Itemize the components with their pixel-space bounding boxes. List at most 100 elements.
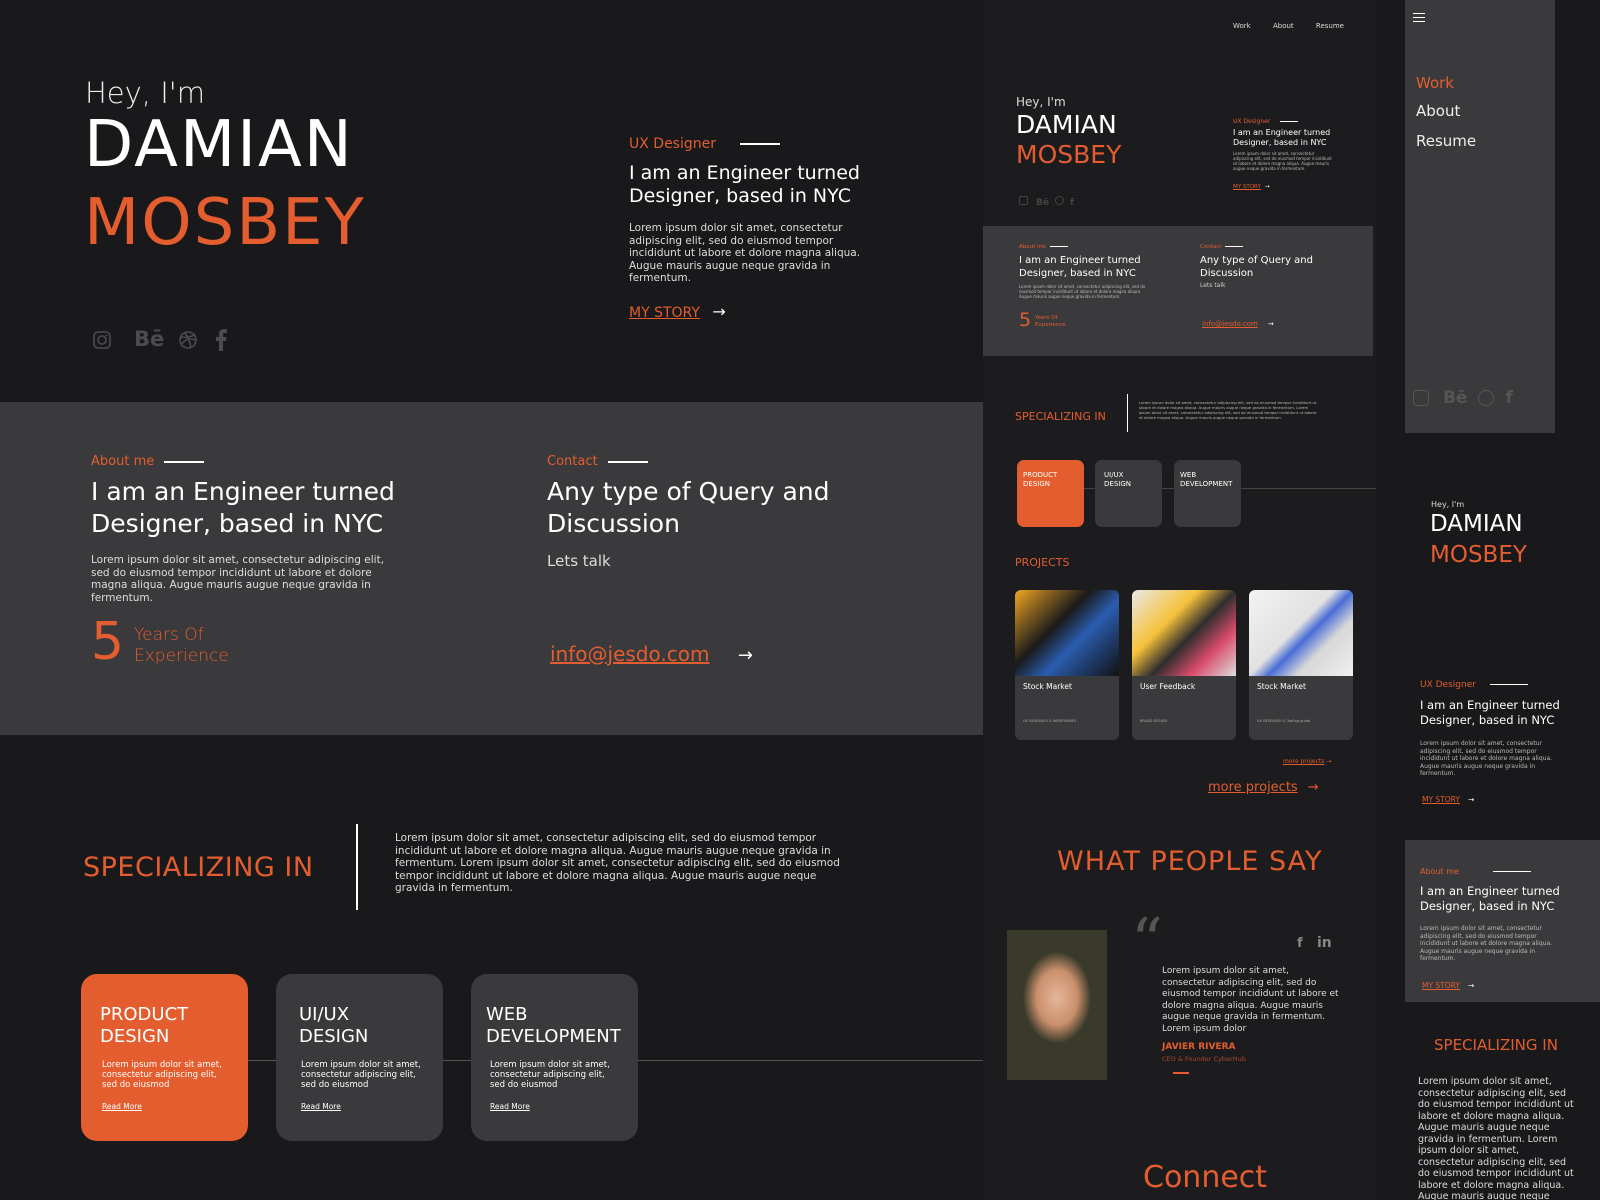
behance-icon[interactable]: Bē bbox=[1036, 198, 1049, 208]
specializing-divider bbox=[356, 824, 358, 910]
arrow-right-icon: → bbox=[1264, 184, 1270, 190]
mobile-view: Work About Resume Bē f Hey, I'm DAMIAN MO… bbox=[1376, 0, 1600, 1200]
facebook-icon[interactable] bbox=[214, 329, 228, 351]
service-card-uiux-design[interactable]: UI/UX DESIGN Lorem ipsum dolor sit amet,… bbox=[276, 974, 443, 1141]
project-card-1[interactable]: Stock Market UX RESEARCH & WIREFRAMES bbox=[1015, 590, 1119, 740]
tablet-about-heading: I am an Engineer turned Designer, based … bbox=[1019, 254, 1141, 280]
tablet-card-l1: PRODUCT bbox=[1023, 471, 1058, 479]
years-line1: Years Of bbox=[134, 625, 204, 645]
specializing-body: Lorem ipsum dolor sit amet, consectetur … bbox=[395, 832, 840, 894]
contact-heading: Any type of Query and Discussion bbox=[547, 476, 829, 540]
testimonial-facebook-icon[interactable]: f bbox=[1297, 936, 1303, 951]
mobile-about-label: About me bbox=[1420, 867, 1531, 876]
about-heading-line1: I am an Engineer turned bbox=[91, 477, 395, 506]
tablet-story-link[interactable]: MY STORY → bbox=[1233, 184, 1269, 190]
contact-email-link[interactable]: info@jesdo.com → bbox=[550, 642, 753, 666]
mobile-story-link[interactable]: MY STORY → bbox=[1422, 795, 1474, 804]
mobile-social: Bē f bbox=[1413, 388, 1513, 408]
mobile-menu-about[interactable]: About bbox=[1416, 102, 1460, 120]
read-more-link[interactable]: Read More bbox=[102, 1102, 142, 1111]
project-card-2[interactable]: User Feedback BRAND DESIGN bbox=[1132, 590, 1236, 740]
behance-icon[interactable]: Bē bbox=[134, 327, 164, 351]
project-thumbnail bbox=[1249, 590, 1353, 676]
facebook-icon[interactable]: f bbox=[1506, 388, 1513, 408]
mobile-about-h1: I am an Engineer turned bbox=[1420, 884, 1560, 898]
behance-icon[interactable]: Bē bbox=[1443, 388, 1468, 408]
mobile-menu-panel: Work About Resume Bē f bbox=[1405, 0, 1555, 433]
tablet-greeting: Hey, I'm bbox=[1016, 95, 1066, 109]
tablet-years-line2: Experience bbox=[1035, 322, 1066, 328]
read-more-link[interactable]: Read More bbox=[490, 1102, 530, 1111]
instagram-icon[interactable] bbox=[1019, 196, 1028, 205]
desktop-view: Hey, I'm DAMIAN MOSBEY Bē UX Designer I … bbox=[0, 0, 983, 1200]
tablet-view: Work About Resume Hey, I'm DAMIAN MOSBEY… bbox=[983, 0, 1376, 1200]
facebook-icon[interactable]: f bbox=[1070, 198, 1074, 208]
nav-about[interactable]: About bbox=[1273, 22, 1294, 30]
tablet-card-web[interactable]: WEB DEVELOPMENT bbox=[1174, 460, 1241, 527]
about-label: About me bbox=[91, 454, 205, 469]
service-card-product-design[interactable]: PRODUCT DESIGN Lorem ipsum dolor sit ame… bbox=[81, 974, 248, 1141]
arrow-right-icon: → bbox=[1468, 795, 1475, 804]
mobile-story-label: MY STORY bbox=[1422, 795, 1460, 804]
mobile-role: UX Designer bbox=[1420, 680, 1528, 690]
more-projects-label: more projects bbox=[1208, 780, 1298, 795]
tablet-card-uiux[interactable]: UI/UX DESIGN bbox=[1095, 460, 1162, 527]
more-projects-small-link[interactable]: more projects → bbox=[1283, 758, 1331, 765]
dribbble-icon[interactable] bbox=[1054, 196, 1064, 205]
card-title-line1: WEB bbox=[486, 1004, 528, 1025]
arrow-right-icon: → bbox=[712, 302, 726, 321]
about-heading-line2: Designer, based in NYC bbox=[91, 509, 384, 538]
testimonial-quote: Lorem ipsum dolor sit amet, consectetur … bbox=[1162, 966, 1339, 1034]
more-projects-link[interactable]: more projects → bbox=[1208, 780, 1319, 795]
mobile-role-label: UX Designer bbox=[1420, 680, 1476, 690]
nav-resume[interactable]: Resume bbox=[1316, 22, 1344, 30]
hamburger-icon[interactable] bbox=[1413, 13, 1425, 22]
tablet-card-product[interactable]: PRODUCT DESIGN bbox=[1017, 460, 1084, 527]
tablet-tagline-line1: I am an Engineer turned bbox=[1233, 128, 1331, 137]
project-card-3[interactable]: Stock Market UX RESEARCH & Testing guide bbox=[1249, 590, 1353, 740]
tablet-contact-heading: Any type of Query and Discussion bbox=[1200, 254, 1313, 280]
project-name: Stock Market bbox=[1257, 682, 1306, 691]
dribbble-icon[interactable] bbox=[178, 330, 198, 350]
mobile-menu-work[interactable]: Work bbox=[1416, 74, 1454, 92]
contact-heading-line1: Any type of Query and bbox=[547, 477, 830, 506]
tablet-email: info@jesdo.com bbox=[1202, 320, 1258, 328]
my-story-link[interactable]: MY STORY → bbox=[629, 302, 726, 321]
mobile-spec-body: Lorem ipsum dolor sit amet, consectetur … bbox=[1418, 1076, 1574, 1200]
tablet-email-link[interactable]: info@jesdo.com → bbox=[1202, 320, 1274, 328]
testimonial-author-title: CEO & Founder CyberHub bbox=[1162, 1055, 1246, 1063]
linkedin-icon[interactable]: in bbox=[1317, 935, 1332, 951]
projects-title: PROJECTS bbox=[1015, 556, 1070, 569]
tablet-nav: Work About Resume bbox=[1233, 22, 1344, 30]
tablet-card-l1: WEB bbox=[1180, 471, 1197, 479]
mobile-about-label-text: About me bbox=[1420, 867, 1459, 876]
project-thumbnail bbox=[1015, 590, 1119, 676]
dribbble-icon[interactable] bbox=[1477, 390, 1494, 406]
nav-work[interactable]: Work bbox=[1233, 22, 1251, 30]
instagram-icon[interactable] bbox=[1413, 390, 1429, 406]
project-meta: BRAND DESIGN bbox=[1140, 719, 1168, 723]
card-title-line2: DESIGN bbox=[100, 1026, 170, 1047]
hero-greeting: Hey, I'm bbox=[85, 76, 206, 110]
mobile-about-heading: I am an Engineer turned Designer, based … bbox=[1420, 884, 1560, 914]
mobile-about-h2: Designer, based in NYC bbox=[1420, 899, 1555, 913]
mobile-tagline-1: I am an Engineer turned bbox=[1420, 698, 1560, 712]
mobile-menu-resume[interactable]: Resume bbox=[1416, 132, 1476, 150]
hero-first-name: DAMIAN bbox=[84, 108, 354, 182]
tablet-first-name: DAMIAN bbox=[1016, 110, 1117, 139]
card-title-line2: DESIGN bbox=[299, 1026, 369, 1047]
mobile-about-link[interactable]: MY STORY → bbox=[1422, 981, 1474, 990]
card-title-line1: UI/UX bbox=[299, 1004, 350, 1025]
tablet-spec-title: SPECIALIZING IN bbox=[1015, 410, 1106, 423]
hero-body: Lorem ipsum dolor sit amet, consectetur … bbox=[629, 222, 861, 284]
testimonial-pagination[interactable] bbox=[1173, 1072, 1189, 1074]
project-name: User Feedback bbox=[1140, 682, 1196, 691]
tablet-about-panel: About me I am an Engineer turned Designe… bbox=[983, 226, 1373, 356]
card-title-line1: PRODUCT bbox=[100, 1004, 189, 1025]
service-card-web-development[interactable]: WEB DEVELOPMENT Lorem ipsum dolor sit am… bbox=[471, 974, 638, 1141]
read-more-link[interactable]: Read More bbox=[301, 1102, 341, 1111]
contact-label-text: Contact bbox=[547, 454, 598, 469]
instagram-icon[interactable] bbox=[92, 330, 112, 350]
tablet-contact-label-text: Contact bbox=[1200, 244, 1222, 250]
tablet-years-label: Years Of Experience bbox=[1035, 315, 1066, 329]
